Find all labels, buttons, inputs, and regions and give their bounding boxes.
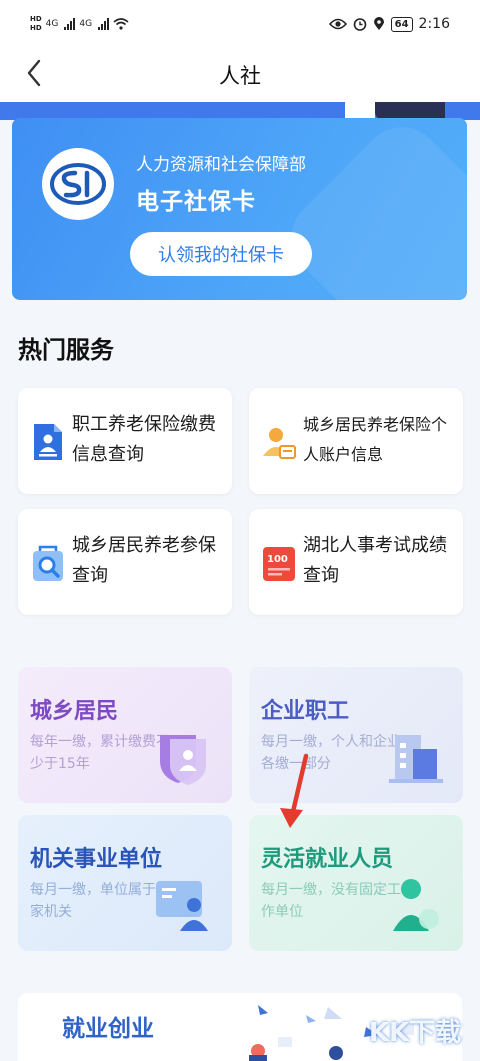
score-100-icon: 100 (263, 547, 295, 581)
location-icon (373, 17, 384, 30)
sim-indicator: HD HD (30, 15, 42, 33)
claim-card-button[interactable]: 认领我的社保卡 (130, 232, 312, 276)
signal-icon (98, 18, 110, 30)
signal-icon (64, 18, 76, 30)
battery-indicator: 64 (390, 16, 413, 32)
category-title: 城乡居民 (30, 699, 119, 724)
status-left: HD HD 4G 4G (30, 15, 129, 33)
clock: 2:16 (418, 16, 450, 32)
status-bar: HD HD 4G 4G 64 2:16 (0, 0, 480, 46)
svg-text:100: 100 (267, 554, 288, 565)
category-government-institutions[interactable]: 机关事业单位 每月一缴，单位属于国家机关 (18, 815, 232, 951)
person-icon (393, 879, 439, 931)
network-1-label: 4G (45, 19, 59, 29)
status-right: 64 2:16 (328, 16, 450, 32)
service-resident-insurance-query[interactable]: 城乡居民养老参保查询 (18, 509, 232, 615)
category-flexible-employment[interactable]: 灵活就业人员 每月一缴，没有固定工作单位 (249, 815, 463, 951)
service-resident-pension-account[interactable]: 城乡居民养老保险个人账户信息 (249, 388, 463, 494)
service-label: 职工养老保险缴费信息查询 (72, 414, 216, 465)
si-logo-icon (42, 148, 114, 220)
id-card-person-icon (156, 881, 208, 931)
watermark: KK下载 (368, 1017, 462, 1048)
category-title: 企业职工 (261, 699, 350, 724)
service-label: 城乡居民养老参保查询 (72, 535, 216, 586)
wifi-icon (113, 18, 129, 30)
search-bag-icon (33, 545, 63, 581)
category-urban-rural-residents[interactable]: 城乡居民 每年一缴，累计缴费不少于15年 (18, 667, 232, 803)
shield-person-icon (160, 735, 206, 785)
hot-services-title: 热门服务 (18, 336, 114, 364)
annotation-arrow-icon (280, 753, 309, 828)
document-person-icon (34, 424, 62, 460)
sim1-label: HD (30, 15, 42, 23)
alarm-icon (353, 18, 366, 31)
building-icon (389, 735, 443, 783)
category-title: 灵活就业人员 (261, 847, 394, 872)
card-title: 电子社保卡 (136, 189, 256, 215)
service-hubei-exam-score-query[interactable]: 100 湖北人事考试成绩查询 (249, 509, 463, 615)
eye-icon (328, 18, 347, 30)
card-subtitle: 人力资源和社会保障部 (136, 155, 306, 175)
service-label: 湖北人事考试成绩查询 (303, 535, 447, 586)
nav-bar: 人社 (0, 46, 480, 102)
category-description: 每年一缴，累计缴费不少于15年 (30, 734, 170, 772)
network-2-label: 4G (79, 19, 93, 29)
page-title: 人社 (219, 64, 261, 88)
service-label: 城乡居民养老保险个人账户信息 (303, 415, 448, 464)
sim2-label: HD (30, 24, 42, 32)
category-title: 机关事业单位 (30, 847, 163, 872)
service-pension-payment-query[interactable]: 职工养老保险缴费信息查询 (18, 388, 232, 494)
person-card-icon (263, 428, 296, 459)
employment-section-title: 就业创业 (62, 1016, 154, 1042)
category-description: 每月一缴，单位属于国家机关 (30, 882, 170, 920)
category-description: 每月一缴，没有固定工作单位 (261, 882, 401, 920)
social-security-card: 人力资源和社会保障部 电子社保卡 认领我的社保卡 (12, 118, 467, 300)
card-decoration (274, 118, 467, 300)
